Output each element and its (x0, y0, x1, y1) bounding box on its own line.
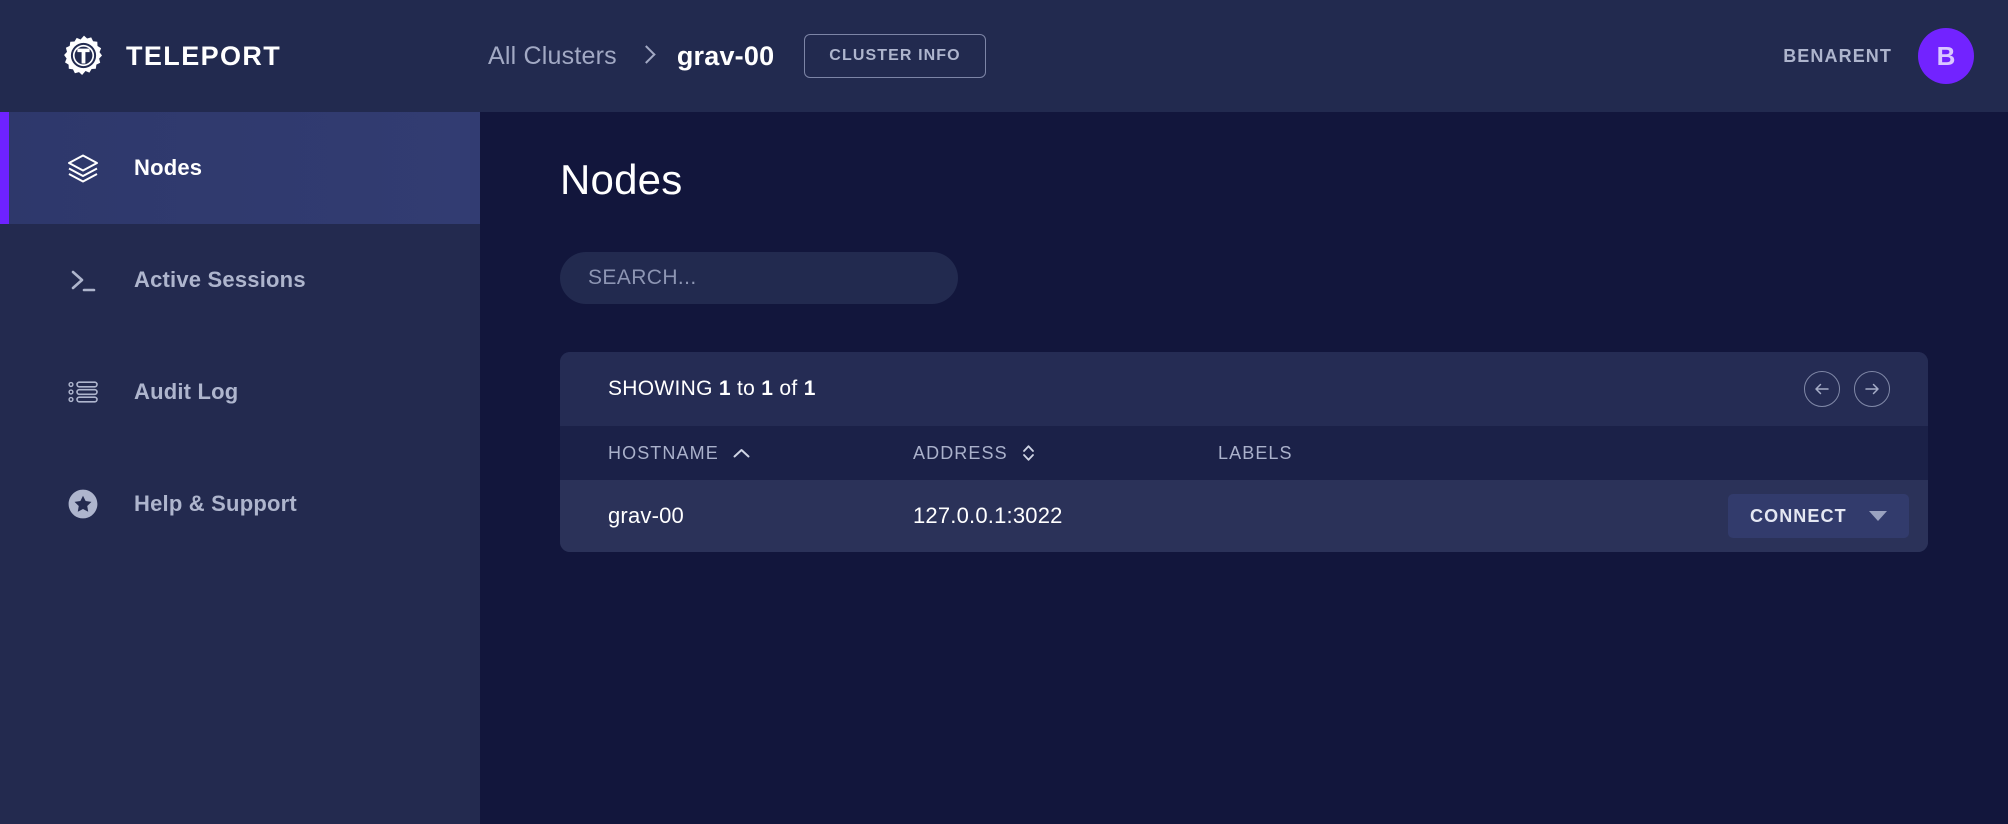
terminal-prompt-icon (66, 263, 100, 297)
connect-button-label: CONNECT (1750, 505, 1847, 526)
cell-address: 127.0.0.1:3022 (865, 480, 1170, 552)
sidebar-item-label: Help & Support (134, 491, 297, 516)
arrow-left-circle-icon (1812, 379, 1832, 399)
breadcrumb-all-clusters-link[interactable]: All Clusters (488, 42, 617, 71)
top-bar: TELEPORT All Clusters grav-00 CLUSTER IN… (0, 0, 2008, 112)
column-label: HOSTNAME (608, 442, 719, 463)
sidebar-item-audit-log[interactable]: Audit Log (0, 336, 480, 448)
sidebar-item-active-sessions[interactable]: Active Sessions (0, 224, 480, 336)
table-row[interactable]: grav-00 127.0.0.1:3022 CONNECT (560, 480, 1928, 552)
nodes-panel: SHOWING 1 to 1 of 1 HOSTNAME ADDRESS LAB… (560, 352, 1928, 552)
next-page-button[interactable] (1854, 371, 1890, 407)
cell-labels (1170, 480, 1728, 552)
showing-to: 1 (761, 377, 774, 400)
search-input[interactable] (560, 252, 958, 304)
star-circle-icon (66, 487, 100, 521)
main-content: Nodes SHOWING 1 to 1 of 1 (480, 112, 2008, 824)
showing-of-word: of (779, 377, 798, 400)
sidebar-item-nodes[interactable]: Nodes (0, 112, 480, 224)
search-container (480, 204, 2008, 304)
sidebar-item-label: Audit Log (134, 379, 239, 404)
showing-total: 1 (803, 377, 816, 400)
showing-to-word: to (737, 377, 756, 400)
brand[interactable]: TELEPORT (62, 34, 480, 78)
column-label: LABELS (1218, 442, 1293, 463)
pagination (1804, 371, 1890, 407)
connect-button[interactable]: CONNECT (1728, 494, 1909, 538)
column-header-address[interactable]: ADDRESS (865, 426, 1170, 480)
cell-hostname: grav-00 (560, 480, 865, 552)
column-header-labels[interactable]: LABELS (1170, 426, 1728, 480)
breadcrumb: All Clusters grav-00 (488, 41, 774, 72)
table-header: HOSTNAME ADDRESS LABELS (560, 426, 1928, 480)
caret-down-icon[interactable] (1868, 511, 1887, 521)
column-label: ADDRESS (913, 442, 1008, 463)
sidebar-item-label: Nodes (134, 155, 203, 180)
cell-actions: CONNECT (1728, 480, 1928, 552)
user-name: BENARENT (1783, 45, 1892, 66)
column-header-actions (1728, 426, 1928, 480)
sidebar: Nodes Active Sessions Audit Log Help & S… (0, 112, 480, 824)
breadcrumb-current-cluster: grav-00 (676, 40, 775, 71)
teleport-gear-logo-icon (62, 34, 106, 78)
teleport-app: TELEPORT All Clusters grav-00 CLUSTER IN… (0, 0, 2008, 824)
page-title: Nodes (560, 156, 683, 203)
sidebar-item-help-and-support[interactable]: Help & Support (0, 448, 480, 560)
user-area[interactable]: BENARENT B (1783, 28, 1974, 84)
layers-icon (66, 151, 100, 185)
arrow-right-circle-icon (1862, 379, 1882, 399)
sort-updown-icon (1022, 443, 1035, 463)
column-header-hostname[interactable]: HOSTNAME (560, 426, 865, 480)
table-body: grav-00 127.0.0.1:3022 CONNECT (560, 480, 1928, 552)
sidebar-item-label: Active Sessions (134, 267, 306, 292)
chevron-up-icon (733, 448, 750, 459)
cluster-info-button[interactable]: CLUSTER INFO (804, 34, 986, 78)
brand-name: TELEPORT (126, 40, 282, 71)
body-row: Nodes Active Sessions Audit Log Help & S… (0, 112, 2008, 824)
bullet-list-icon (66, 375, 100, 409)
avatar[interactable]: B (1918, 28, 1974, 84)
showing-from: 1 (718, 377, 731, 400)
nodes-table: HOSTNAME ADDRESS LABELS grav-00 127.0.0.… (560, 426, 1928, 552)
panel-header: SHOWING 1 to 1 of 1 (560, 352, 1928, 426)
prev-page-button[interactable] (1804, 371, 1840, 407)
chevron-right-icon (639, 45, 655, 67)
showing-count-text: SHOWING 1 to 1 of 1 (608, 377, 816, 401)
table-header-row: HOSTNAME ADDRESS LABELS (560, 426, 1928, 480)
showing-prefix: SHOWING (608, 377, 713, 400)
